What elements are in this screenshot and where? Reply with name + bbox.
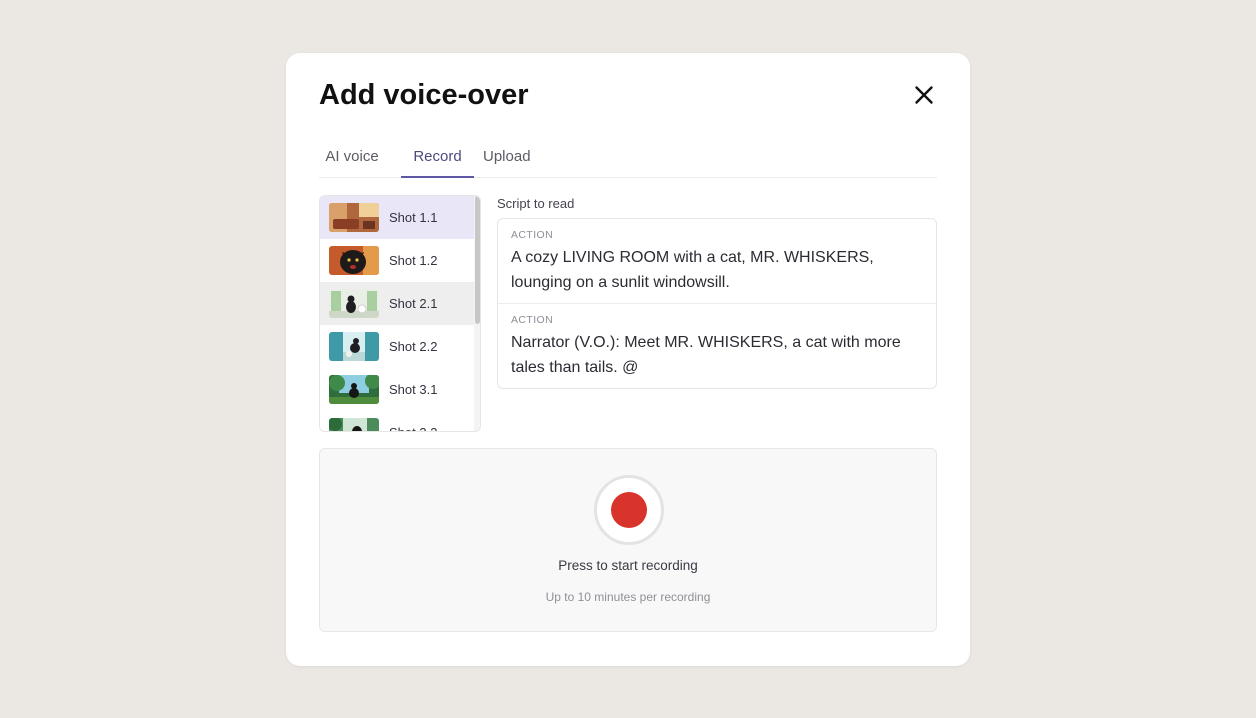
close-button[interactable]: [912, 83, 936, 107]
script-block-text: Narrator (V.O.): Meet MR. WHISKERS, a ca…: [511, 334, 901, 376]
shot-item-1-2[interactable]: Shot 1.2: [320, 239, 474, 282]
record-icon: [611, 492, 647, 528]
tab-upload-label: Upload: [483, 148, 531, 165]
tab-ai-voice[interactable]: AI voice: [319, 139, 385, 177]
shot-item-3-1[interactable]: Shot 3.1: [320, 368, 474, 411]
shot-item-2-1[interactable]: Shot 2.1: [320, 282, 474, 325]
tab-record[interactable]: Record: [401, 139, 474, 178]
script-label: Script to read: [497, 196, 575, 211]
shot-label: Shot 3.1: [389, 382, 438, 397]
shot-label: Shot 2.1: [389, 296, 438, 311]
shot-label: Shot 2.2: [389, 339, 438, 354]
voice-over-dialog: Add voice-over AI voice Record Upload Sh…: [286, 53, 970, 666]
scrollbar-thumb[interactable]: [475, 196, 480, 324]
shot-thumbnail: [329, 246, 379, 275]
shot-label: Shot 1.2: [389, 253, 438, 268]
record-button[interactable]: [594, 475, 664, 545]
shot-thumbnail: [329, 203, 379, 232]
record-panel: Press to start recording Up to 10 minute…: [319, 448, 937, 632]
script-box: ACTION A cozy LIVING ROOM with a cat, MR…: [497, 218, 937, 389]
script-block: ACTION A cozy LIVING ROOM with a cat, MR…: [498, 219, 936, 303]
shot-item-3-2[interactable]: Shot 3.2: [320, 411, 474, 431]
script-block-type: ACTION: [511, 314, 554, 326]
shot-item-1-1[interactable]: Shot 1.1: [320, 196, 474, 239]
record-limit-note: Up to 10 minutes per recording: [545, 590, 711, 604]
shot-thumbnail: [329, 332, 379, 361]
dialog-title: Add voice-over: [319, 79, 529, 111]
script-block-text: A cozy LIVING ROOM with a cat, MR. WHISK…: [511, 249, 874, 291]
shot-label: Shot 1.1: [389, 210, 438, 225]
shot-label: Shot 3.2: [389, 411, 437, 431]
shot-item-2-2[interactable]: Shot 2.2: [320, 325, 474, 368]
shot-thumbnail: [329, 289, 379, 318]
shot-thumbnail: [329, 418, 379, 431]
tab-upload[interactable]: Upload: [483, 139, 571, 177]
close-icon: [915, 86, 933, 104]
shot-thumbnail: [329, 375, 379, 404]
script-block: ACTION Narrator (V.O.): Meet MR. WHISKER…: [498, 303, 936, 388]
tab-bar: AI voice Record Upload: [319, 139, 937, 178]
shot-list-scrollbar[interactable]: [474, 196, 480, 431]
script-block-type: ACTION: [511, 229, 554, 241]
record-prompt: Press to start recording: [558, 558, 698, 573]
shot-list: Shot 1.1 Shot 1.2 Shot 2.1 Shot 2.2 Shot…: [319, 195, 481, 432]
